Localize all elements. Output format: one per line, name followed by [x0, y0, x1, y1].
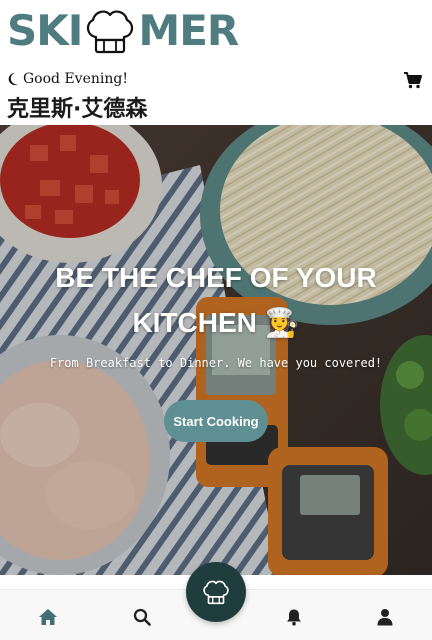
greeting: Good Evening!	[7, 71, 128, 87]
hero-title-line-2: KITCHEN 👩‍🍳	[132, 307, 300, 338]
nav-notifications[interactable]	[283, 606, 305, 628]
home-icon	[39, 609, 57, 625]
hero-background-image	[0, 125, 432, 575]
nav-search[interactable]	[131, 606, 153, 628]
user-name: 克里斯·艾德森	[7, 97, 148, 122]
greeting-text: Good Evening!	[23, 71, 128, 87]
cart-icon[interactable]	[403, 70, 423, 90]
nav-profile[interactable]	[374, 606, 396, 628]
bell-icon	[287, 609, 301, 626]
logo-text-right: MER	[138, 6, 239, 55]
search-icon	[133, 608, 151, 626]
app-header: SKI MER Good Evening! 克里斯·艾德森	[0, 0, 432, 125]
hero-subtitle: From Breakfast to Dinner. We have you co…	[49, 356, 383, 370]
app-logo[interactable]: SKI MER	[7, 6, 239, 56]
nav-home[interactable]	[37, 606, 59, 628]
profile-icon	[377, 609, 393, 626]
chef-hat-fab-button[interactable]	[186, 562, 246, 622]
logo-text-left: SKI	[7, 6, 83, 55]
hero-banner: BE THE CHEF OF YOUR KITCHEN 👩‍🍳 From Bre…	[0, 125, 432, 575]
chef-hat-icon	[203, 580, 229, 605]
hero-title-line-1: BE THE CHEF OF YOUR	[55, 262, 377, 293]
chef-hat-logo-icon	[87, 10, 134, 54]
start-cooking-button[interactable]: Start Cooking	[164, 400, 268, 442]
moon-icon	[8, 72, 18, 85]
hero-title: BE THE CHEF OF YOUR KITCHEN 👩‍🍳	[0, 255, 432, 345]
